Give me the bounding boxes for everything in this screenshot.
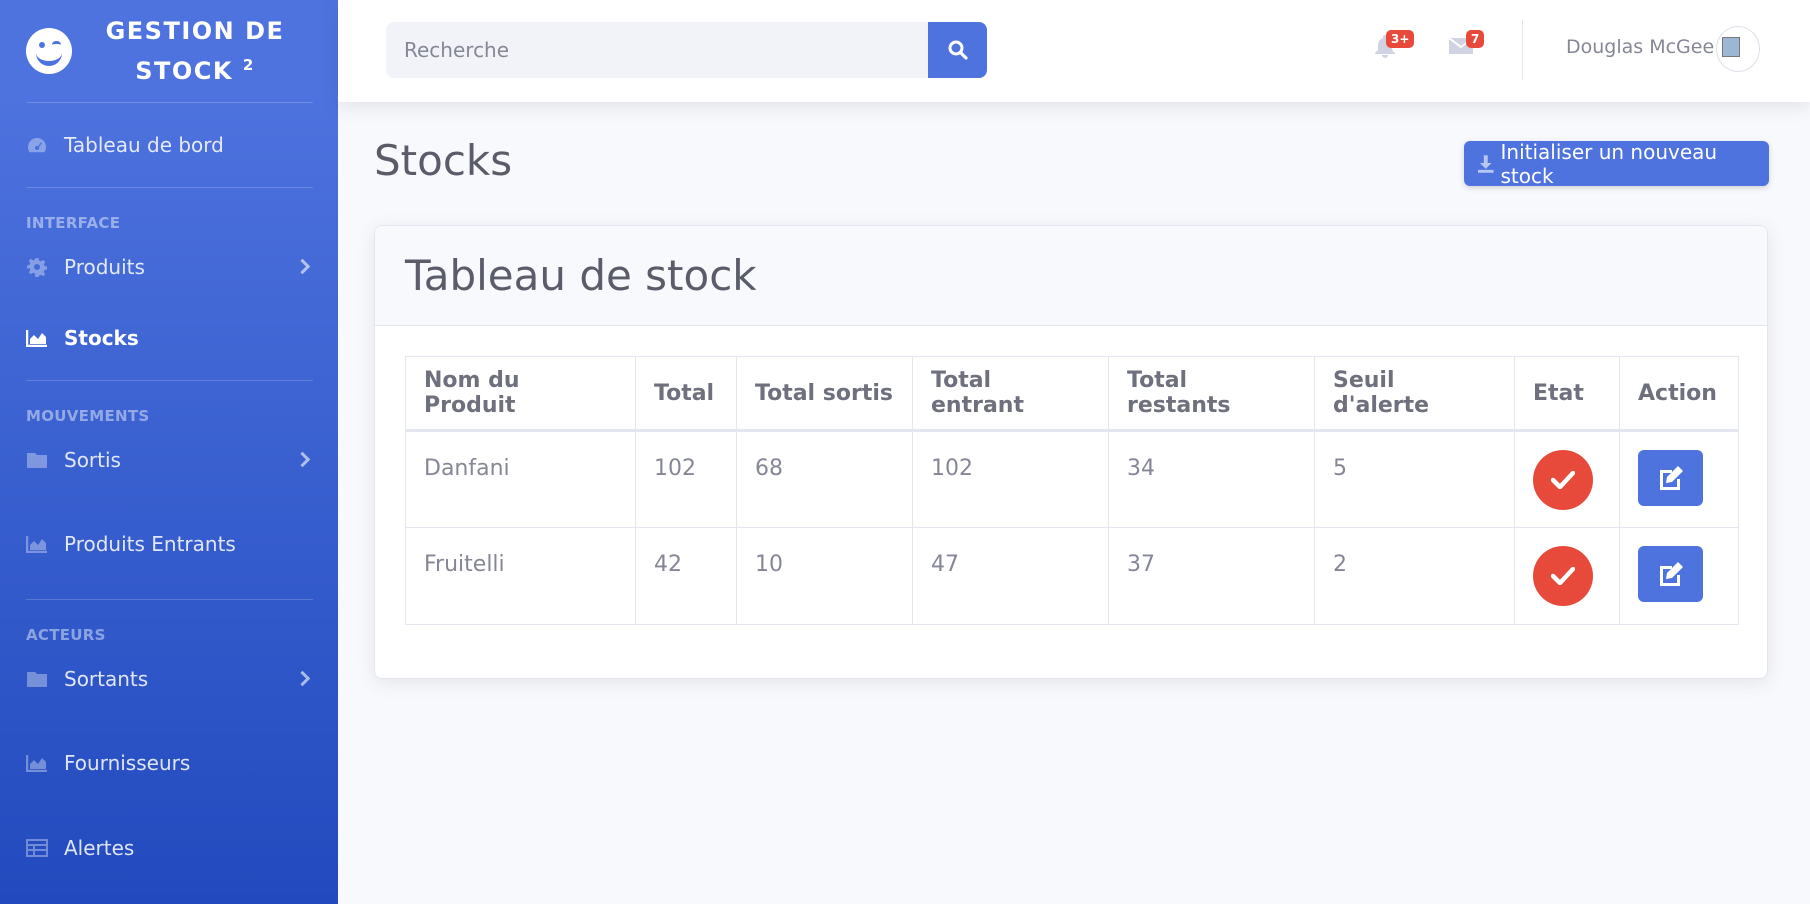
- sidebar-item-label: Fournisseurs: [64, 751, 191, 775]
- sidebar-item-label: Stocks: [64, 326, 139, 350]
- cell-etat: [1514, 430, 1620, 528]
- column-header[interactable]: Total sortis: [736, 356, 913, 432]
- search-form: [386, 22, 987, 78]
- sidebar-heading-interface: Interface: [26, 214, 121, 232]
- edit-button[interactable]: [1638, 546, 1703, 602]
- topbar: 3+ 7 Douglas McGee: [338, 0, 1810, 102]
- topbar-divider: [1522, 20, 1523, 80]
- user-name[interactable]: Douglas McGee: [1566, 36, 1714, 58]
- check-icon: [1551, 567, 1575, 585]
- sidebar-item-produits[interactable]: Produits: [0, 238, 338, 296]
- cell-seuil-alerte: 5: [1314, 430, 1515, 528]
- column-header[interactable]: Total: [635, 356, 737, 432]
- sidebar-item-sortis[interactable]: Sortis: [0, 431, 338, 489]
- alerts-badge: 3+: [1386, 30, 1415, 48]
- cell-total: 42: [635, 527, 737, 625]
- laugh-wink-icon: [26, 28, 72, 74]
- sidebar-item-tableau-de-bord[interactable]: Tableau de bord: [0, 103, 338, 187]
- sidebar-item-label: Sortis: [64, 448, 121, 472]
- alerts-dropdown[interactable]: 3+: [1372, 30, 1415, 59]
- column-header[interactable]: Nom du Produit: [405, 356, 636, 432]
- avatar[interactable]: [1716, 26, 1760, 72]
- cell-total-sortis: 68: [736, 430, 913, 528]
- column-header[interactable]: Seuil d'alerte: [1314, 356, 1515, 432]
- messages-dropdown[interactable]: 7: [1448, 30, 1485, 59]
- cell-total-restants: 34: [1108, 430, 1315, 528]
- chevron-right-icon: [294, 670, 311, 687]
- chevron-right-icon: [294, 258, 311, 275]
- chart-area-icon: [26, 753, 48, 773]
- sidebar-item-produits-entrants[interactable]: Produits Entrants: [0, 489, 338, 599]
- card-title: Tableau de stock: [405, 251, 757, 300]
- sidebar-item-label: Produits Entrants: [64, 532, 236, 556]
- sidebar-item-label: Alertes: [64, 836, 135, 860]
- init-stock-label: Initialiser un nouveau stock: [1500, 139, 1718, 188]
- cell-product-name: Fruitelli: [405, 527, 636, 625]
- sidebar-item-sortants[interactable]: Sortants: [0, 650, 338, 708]
- download-icon: [1477, 154, 1494, 173]
- chevron-right-icon: [294, 451, 311, 468]
- tachometer-icon: [26, 135, 48, 155]
- folder-icon: [26, 450, 48, 470]
- cell-etat: [1514, 527, 1620, 625]
- cell-total-restants: 37: [1108, 527, 1315, 625]
- edit-icon: [1659, 562, 1683, 586]
- messages-badge: 7: [1466, 30, 1485, 48]
- column-header[interactable]: Action: [1619, 356, 1739, 432]
- sidebar-item-label: Sortants: [64, 667, 149, 691]
- cell-product-name: Danfani: [405, 430, 636, 528]
- cell-seuil-alerte: 2: [1314, 527, 1515, 625]
- card-header: Tableau de stock: [375, 226, 1767, 326]
- sidebar-heading-acteurs: Acteurs: [26, 626, 106, 644]
- table-row: Fruitelli 42 10 47 37 2: [405, 527, 1739, 625]
- cog-icon: [26, 257, 48, 277]
- column-header[interactable]: Total restants: [1108, 356, 1315, 432]
- chart-area-icon: [26, 328, 48, 348]
- column-header[interactable]: Total entrant: [912, 356, 1109, 432]
- cell-total-sortis: 10: [736, 527, 913, 625]
- sidebar: GESTION DE STOCK 2 Tableau de bord Inter…: [0, 0, 338, 904]
- table-icon: [26, 838, 48, 858]
- cell-total-entrant: 47: [912, 527, 1109, 625]
- cell-total-entrant: 102: [912, 430, 1109, 528]
- etat-status-button[interactable]: [1533, 450, 1593, 510]
- stock-card: Tableau de stock Nom du Produit Total To…: [374, 225, 1768, 679]
- init-stock-button[interactable]: Initialiser un nouveau stock: [1464, 139, 1769, 188]
- search-icon: [948, 40, 968, 60]
- etat-status-button[interactable]: [1533, 546, 1593, 606]
- folder-icon: [26, 669, 48, 689]
- brand-title: GESTION DE STOCK 2: [105, 17, 285, 85]
- table-header-row: Nom du Produit Total Total sortis Total …: [405, 356, 1739, 432]
- column-header[interactable]: Etat: [1514, 356, 1620, 432]
- cell-action: [1619, 527, 1739, 625]
- sidebar-item-fournisseurs[interactable]: Fournisseurs: [0, 708, 338, 818]
- sidebar-item-label: Produits: [64, 255, 145, 279]
- check-icon: [1551, 471, 1575, 489]
- search-input[interactable]: [386, 22, 928, 78]
- cell-action: [1619, 430, 1739, 528]
- edit-button[interactable]: [1638, 450, 1703, 506]
- search-button[interactable]: [928, 22, 987, 78]
- stock-table: Nom du Produit Total Total sortis Total …: [405, 356, 1739, 625]
- edit-icon: [1659, 466, 1683, 490]
- sidebar-item-label: Tableau de bord: [64, 133, 224, 157]
- sidebar-brand[interactable]: GESTION DE STOCK 2: [0, 0, 338, 102]
- page-title: Stocks: [374, 136, 513, 185]
- cell-total: 102: [635, 430, 737, 528]
- table-row: Danfani 102 68 102 34 5: [405, 430, 1739, 528]
- sidebar-heading-mouvements: Mouvements: [26, 407, 150, 425]
- sidebar-item-alertes[interactable]: Alertes: [0, 818, 338, 878]
- chart-area-icon: [26, 534, 48, 554]
- sidebar-item-stocks[interactable]: Stocks: [0, 296, 338, 380]
